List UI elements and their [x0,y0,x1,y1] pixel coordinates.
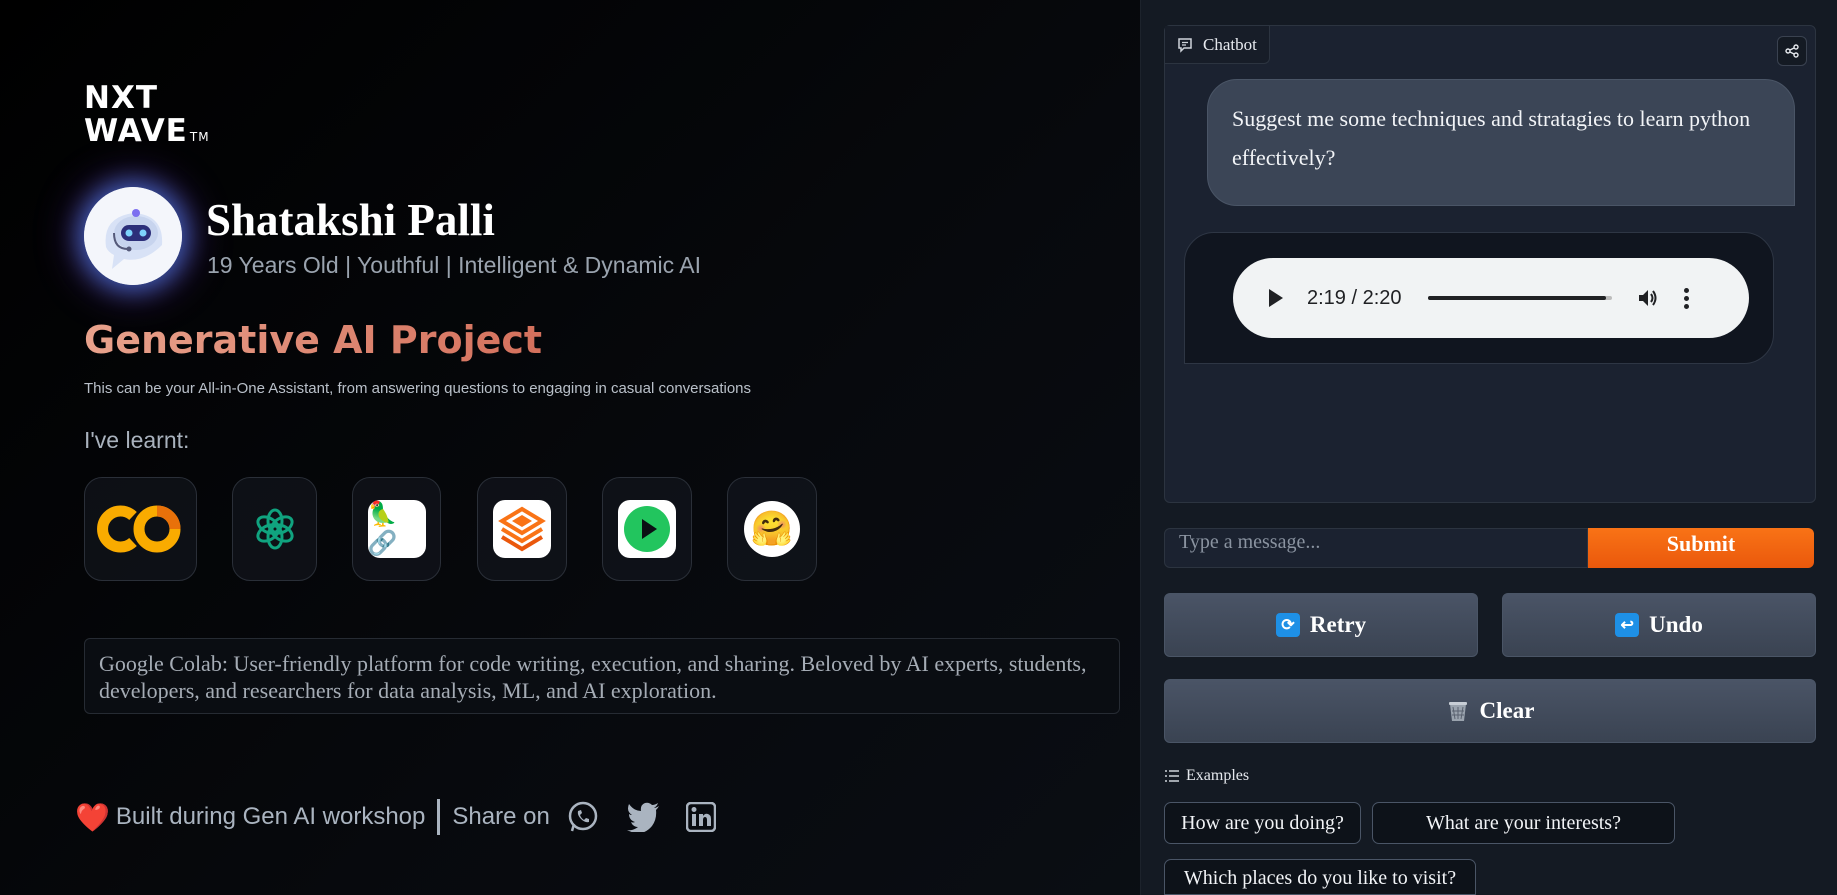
chat-bubble-icon [1178,37,1192,53]
examples-label: Examples [1165,767,1249,785]
huggingface-glyph: 🤗 [750,510,794,548]
clear-label: Clear [1479,698,1535,723]
example-button[interactable]: Which places do you like to visit? [1164,859,1476,895]
wastebasket-icon [1448,702,1467,721]
tool-huggingface[interactable]: 🤗 [727,477,817,581]
tool-stack[interactable] [477,477,567,581]
examples-label-text: Examples [1186,767,1250,784]
undo-button[interactable]: ↩ Undo [1502,593,1816,657]
share-label: Share on [452,803,550,830]
logo-trademark: TM [189,130,210,144]
audio-seek-fill [1427,296,1606,300]
example-button[interactable]: How are you doing? [1164,802,1361,844]
audio-player[interactable]: 2:19 / 2:20 [1233,258,1749,338]
play-icon [618,500,676,558]
langchain-icon: 🦜🔗 [367,500,426,558]
logo-line-2: WAVE TM [84,115,210,154]
twitter-svg [626,802,659,832]
more-options-icon[interactable] [1683,287,1689,309]
list-icon [1165,770,1179,782]
undo-icon: ↩ [1615,613,1640,637]
bot-message: 2:19 / 2:20 [1184,232,1774,364]
submit-button[interactable]: Submit [1588,528,1814,568]
avatar [84,187,182,285]
share-button[interactable] [1777,36,1807,66]
chatbot-label-text: Chatbot [1203,34,1257,54]
message-input-row: Submit [1164,528,1814,568]
logo-wave: WAVE [84,113,188,149]
built-text: Built during Gen AI workshop [115,803,426,830]
page: NXT WAVE TM Shatakshi Palli 19 Years Old … [0,0,1837,895]
clear-button[interactable]: Clear [1164,679,1816,743]
chatbot-window: Chatbot Suggest me some techniques and s… [1164,25,1816,503]
retry-icon: ⟳ [1275,613,1300,637]
tool-langchain[interactable]: 🦜🔗 [352,477,441,581]
profile-tagline: 19 Years Old | Youthful | Intelligent & … [207,252,701,278]
linkedin-icon[interactable] [685,802,716,832]
nxtwave-logo[interactable]: NXT WAVE TM [84,82,210,154]
twitter-icon[interactable] [626,802,660,832]
project-description: This can be your All-in-One Assistant, f… [84,380,752,397]
profile-name: Shatakshi Palli [206,195,495,245]
whatsapp-svg [568,801,598,832]
tool-openai[interactable] [232,477,317,581]
tools-row: 🦜🔗 🤗 [0,477,900,583]
audio-time: 2:19 / 2:20 [1307,286,1402,309]
logo-line-1: NXT [84,80,158,116]
robot-avatar-icon [84,187,182,285]
user-message: Suggest me some techniques and stratagie… [1207,79,1795,206]
google-colab-icon [96,505,180,553]
heart-icon: ❤️ [75,801,110,833]
linkedin-svg [685,802,716,832]
retry-button[interactable]: ⟳ Retry [1164,593,1478,657]
audio-seek-bar[interactable] [1427,296,1612,300]
message-input[interactable] [1164,528,1588,568]
footer: ❤️ Built during Gen AI workshop Share on [75,797,716,837]
chatbot-label: Chatbot [1165,26,1270,64]
stack-layers-svg [498,506,546,552]
langchain-glyph: 🦜🔗 [367,501,398,557]
example-button[interactable]: What are your interests? [1372,802,1675,844]
footer-divider [437,799,441,835]
volume-svg [1638,290,1657,306]
tool-google-colab[interactable] [84,477,197,581]
stack-layers-icon [493,500,551,558]
retry-label: Retry [1309,612,1367,637]
volume-icon[interactable] [1636,286,1660,310]
learnt-label: I've learnt: [84,427,190,453]
whatsapp-icon[interactable] [566,800,600,834]
huggingface-icon: 🤗 [744,501,800,557]
tool-description-box: Google Colab: User-friendly platform for… [84,638,1120,714]
play-circle-svg [624,506,670,552]
project-title: Generative AI Project [84,318,543,362]
tool-play[interactable] [602,477,692,581]
undo-label: Undo [1649,612,1703,637]
share-icon [1785,44,1799,58]
play-icon[interactable] [1269,289,1283,307]
openai-icon [255,508,294,550]
